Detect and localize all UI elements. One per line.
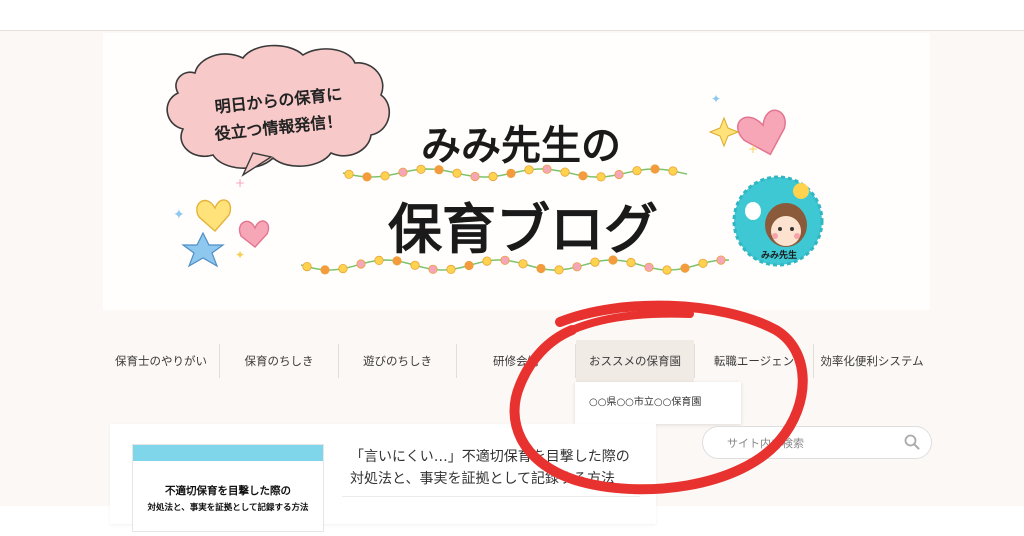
heart-icon-pink-small — [238, 220, 270, 248]
star-icon-blue — [181, 231, 225, 268]
submenu-item-hoikuen[interactable]: ○○県○○市立○○保育園 — [589, 382, 701, 424]
nav-item-hoiku-chishiki[interactable]: 保育のちしき — [220, 340, 338, 382]
sparkle-icon-1: ✦ — [173, 207, 185, 223]
search-input[interactable] — [725, 432, 899, 454]
header-title-line2: 保育ブログ — [388, 198, 658, 261]
heart-icon-pink — [737, 109, 786, 156]
avatar-label: みみ先生 — [761, 249, 797, 261]
heart-icon-yellow — [196, 199, 232, 232]
sparkle-icon-5: + — [748, 142, 758, 156]
article-divider — [342, 496, 640, 497]
main-navigation: 保育士のやりがい 保育のちしき 遊びのちしき 研修会情 おススメの保育園 転職エ… — [103, 340, 930, 382]
nav-item-kouritsuka-system[interactable]: 効率化便利システム — [814, 340, 930, 382]
nav-item-kenshu[interactable]: 研修会情 — [457, 340, 575, 382]
search-icon[interactable] — [903, 433, 921, 451]
article-title-link[interactable]: 「言いにくい…」不適切保育を目撃した際の対処法と、事実を証拠として記録する方法 — [350, 446, 640, 490]
sparkle-icon-4: ✦ — [711, 92, 721, 106]
submenu-dropdown: ○○県○○市立○○保育園 — [575, 382, 741, 424]
site-header-banner[interactable]: 明日からの保育に 役立つ情報発信！ みみ先生の 保育ブログ ✦ + ✦ ✦ + — [103, 33, 930, 310]
sparkle-icon-2: + — [235, 176, 245, 190]
header-title-line1: みみ先生の — [421, 123, 621, 169]
thumbnail-title-2: 対処法と、事実を証拠として記録する方法 — [147, 503, 309, 513]
nav-item-hoikushi-yarigai[interactable]: 保育士のやりがい — [103, 340, 219, 382]
article-thumbnail[interactable]: 不適切保育を目撃した際の 対処法と、事実を証拠として記録する方法 — [132, 444, 324, 532]
nav-item-tenshoku-agent[interactable]: 転職エージェン — [695, 340, 813, 382]
sparkle-icon-3: ✦ — [235, 248, 245, 262]
thumbnail-top-band — [133, 445, 323, 461]
nav-item-osusume-hoikuen[interactable]: おススメの保育園 — [576, 340, 694, 382]
nav-item-asobi-chishiki[interactable]: 遊びのちしき — [339, 340, 456, 382]
article-card[interactable]: 不適切保育を目撃した際の 対処法と、事実を証拠として記録する方法 「言いにくい…… — [110, 424, 656, 532]
site-search — [702, 426, 932, 459]
speech-bubble — [166, 44, 391, 177]
thumbnail-title-1: 不適切保育を目撃した際の — [165, 485, 291, 497]
sparkle-icon-yellow — [708, 116, 740, 148]
